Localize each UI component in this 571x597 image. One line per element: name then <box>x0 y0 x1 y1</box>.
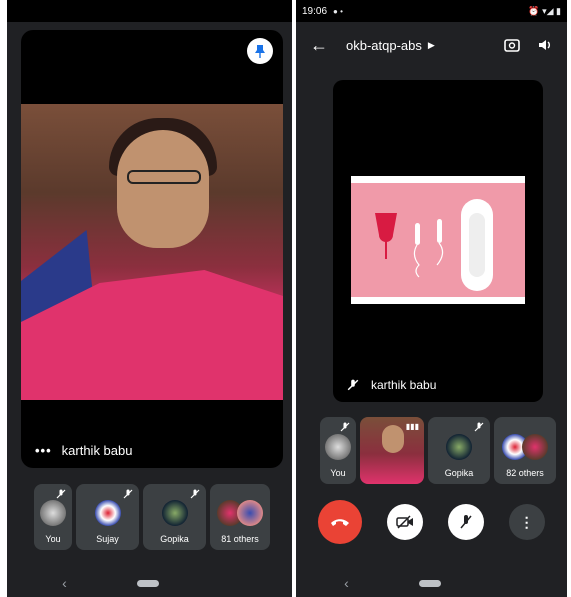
end-call-icon <box>331 519 350 526</box>
participant-name: Gopika <box>160 534 189 544</box>
mic-off-icon <box>56 489 66 499</box>
mic-off-icon <box>460 515 472 529</box>
more-options-button[interactable]: ⋮ <box>508 504 545 540</box>
participant-strip: You ▮▮▮ Gopika 82 others <box>320 417 556 484</box>
participant-tile-gopika[interactable]: Gopika <box>428 417 490 484</box>
status-bar: 19:06 ● • ⏰ ▾◢ ▮ <box>296 0 567 22</box>
participant-tile-speaker[interactable]: ▮▮▮ <box>360 417 424 484</box>
mic-off-icon <box>340 422 350 432</box>
top-bar: ← okb-atqp-abs ▶ <box>296 30 567 60</box>
nav-bar: ‹ <box>7 569 292 597</box>
participant-name: 82 others <box>506 468 544 478</box>
mic-toggle-button[interactable] <box>447 504 484 540</box>
speaker-video <box>21 104 283 400</box>
presentation-tile[interactable]: karthik babu <box>333 80 543 402</box>
mic-off-icon <box>347 379 359 391</box>
participant-name: Sujay <box>96 534 119 544</box>
system-icons: ⏰ ▾◢ ▮ <box>528 5 561 16</box>
participant-name: You <box>330 468 346 478</box>
presenter-name-row: karthik babu <box>347 378 436 392</box>
nav-bar: ‹ <box>296 569 567 597</box>
participant-tile-you[interactable]: You <box>320 417 356 484</box>
avatar <box>161 500 188 526</box>
participant-tile-you[interactable]: You <box>34 484 72 550</box>
notification-icons: ● • <box>333 6 343 16</box>
switch-camera-icon[interactable] <box>503 36 521 54</box>
avatar <box>94 500 121 526</box>
presenter-name: karthik babu <box>371 378 437 392</box>
avatar <box>237 500 263 526</box>
left-screen: ••• karthik babu You Sujay Gopika 81 oth… <box>7 0 292 597</box>
participant-strip: You Sujay Gopika 81 others <box>34 484 270 550</box>
speaker-icon[interactable] <box>537 37 553 53</box>
pin-button[interactable] <box>247 38 273 64</box>
participant-tile-others[interactable]: 81 others <box>210 484 270 550</box>
participant-name: Gopika <box>444 468 474 478</box>
speaker-name: karthik babu <box>61 443 133 458</box>
avatar <box>522 434 548 460</box>
home-pill-icon[interactable] <box>418 579 441 587</box>
shared-slide <box>351 176 525 304</box>
end-call-button[interactable] <box>318 500 363 544</box>
more-vert-icon: ⋮ <box>519 514 534 530</box>
participant-tile-gopika[interactable]: Gopika <box>143 484 206 550</box>
chevron-right-icon[interactable]: ▶ <box>428 40 435 51</box>
avatar <box>40 500 66 526</box>
avatar <box>325 434 351 460</box>
meeting-code[interactable]: okb-atqp-abs <box>346 38 422 53</box>
pin-icon <box>255 45 265 58</box>
back-nav-icon[interactable]: ‹ <box>62 575 67 591</box>
back-nav-icon[interactable]: ‹ <box>344 575 349 591</box>
home-pill-icon[interactable] <box>136 579 159 587</box>
camera-toggle-button[interactable] <box>387 504 424 540</box>
status-bar <box>7 0 292 22</box>
main-video-tile[interactable]: ••• karthik babu <box>21 30 283 468</box>
participant-name: 81 others <box>221 534 259 544</box>
participant-name: You <box>45 534 61 544</box>
menstrual-products-image <box>375 199 493 291</box>
back-arrow-icon[interactable]: ← <box>310 35 328 56</box>
audio-level-icon: ▮▮▮ <box>405 422 419 431</box>
avatar <box>446 434 472 460</box>
participant-tile-sujay[interactable]: Sujay <box>76 484 139 550</box>
right-screen: 19:06 ● • ⏰ ▾◢ ▮ ← okb-atqp-abs ▶ karthi… <box>296 0 567 597</box>
mic-off-icon <box>474 422 484 432</box>
mic-off-icon <box>190 489 200 499</box>
mic-off-icon <box>123 489 133 499</box>
camera-off-icon <box>396 515 414 529</box>
participant-tile-others[interactable]: 82 others <box>494 417 556 484</box>
call-controls: ⋮ <box>296 500 567 544</box>
status-time: 19:06 <box>302 5 328 17</box>
speaker-name-row: ••• karthik babu <box>35 443 132 458</box>
more-dots-icon: ••• <box>35 443 52 458</box>
